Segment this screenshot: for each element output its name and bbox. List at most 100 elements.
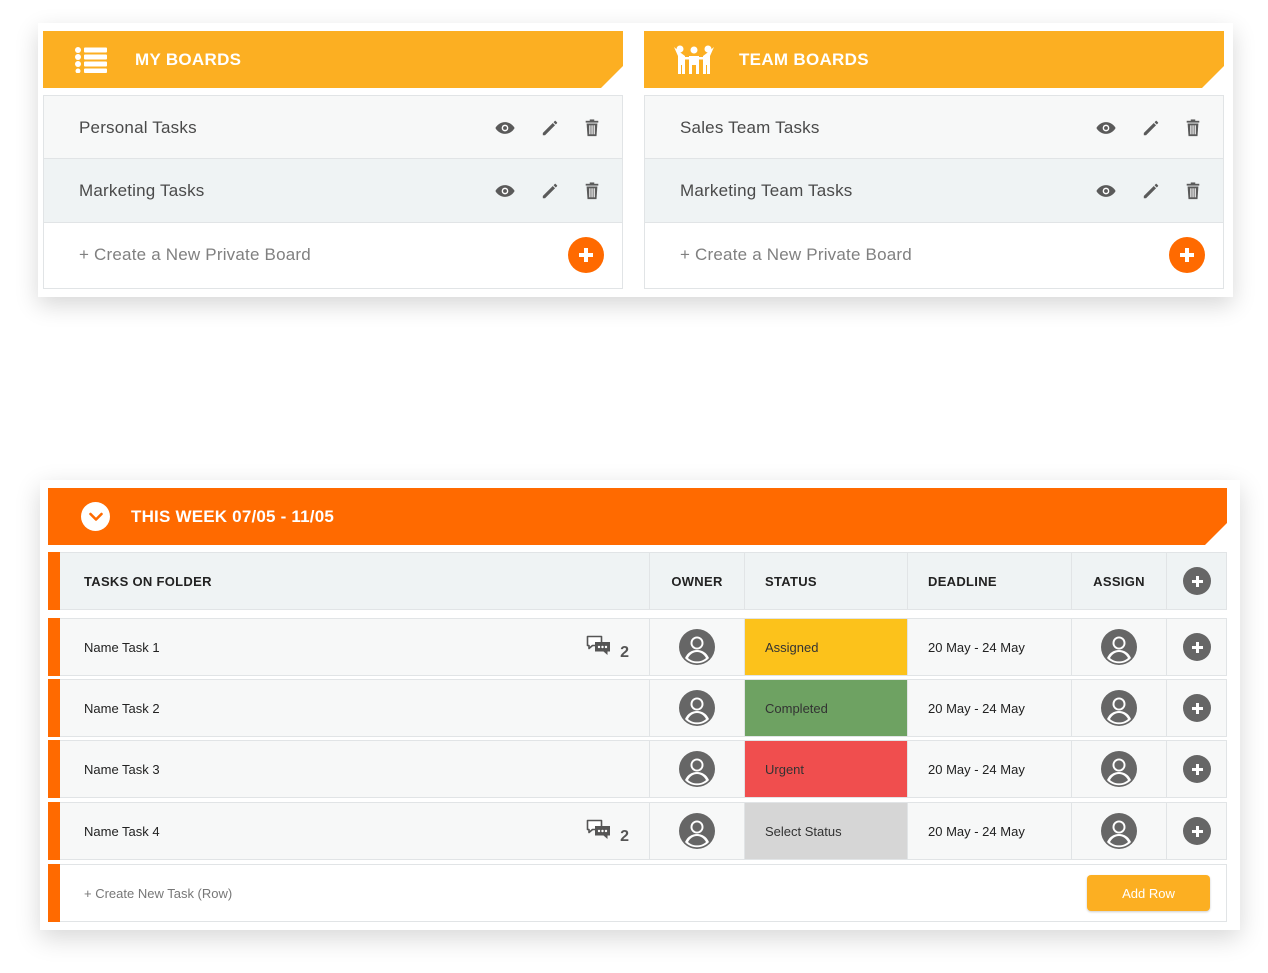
board-item-label: Sales Team Tasks <box>680 118 820 137</box>
status-label: Assigned <box>765 639 819 655</box>
status-cell[interactable]: Completed <box>744 680 907 736</box>
task-name[interactable]: Name Task 2 <box>84 701 160 716</box>
my-boards-title: MY BOARDS <box>135 50 242 69</box>
week-title: THIS WEEK 07/05 - 11/05 <box>131 507 335 526</box>
row-accent-bar <box>48 802 60 860</box>
trash-icon[interactable] <box>1183 182 1203 200</box>
row-accent-bar <box>48 740 60 798</box>
corner-fold <box>1202 66 1224 88</box>
board-item-marketing-tasks[interactable]: Marketing Tasks <box>43 159 623 223</box>
deadline-value: 20 May - 24 May <box>928 700 1025 716</box>
plus-icon <box>1191 702 1203 714</box>
list-icon <box>75 47 107 73</box>
board-item-label: Marketing Team Tasks <box>680 181 853 200</box>
trash-icon[interactable] <box>582 182 602 200</box>
board-item-label: Personal Tasks <box>79 118 197 137</box>
row-add-button[interactable] <box>1183 817 1211 845</box>
create-task-label[interactable]: + Create New Task (Row) <box>84 886 232 901</box>
owner-avatar[interactable] <box>679 629 715 665</box>
team-boards-title: TEAM BOARDS <box>739 50 869 69</box>
assignee-avatar[interactable] <box>1101 690 1137 726</box>
add-row-button[interactable]: Add Row <box>1087 875 1210 911</box>
team-boards-header: TEAM BOARDS <box>644 31 1224 88</box>
team-icon <box>674 45 714 74</box>
task-name[interactable]: Name Task 1 <box>84 640 160 655</box>
pencil-icon[interactable] <box>1141 119 1161 137</box>
deadline-value: 20 May - 24 May <box>928 823 1025 839</box>
pencil-icon[interactable] <box>540 182 560 200</box>
comments-indicator[interactable]: 2 <box>586 819 629 845</box>
status-label: Select Status <box>765 823 842 839</box>
team-boards-column: TEAM BOARDS Sales Team Tasks Marketing T… <box>644 31 1224 289</box>
plus-icon <box>1191 575 1203 587</box>
eye-icon[interactable] <box>495 182 515 200</box>
create-board-label: + Create a New Private Board <box>79 245 311 264</box>
create-board-button[interactable] <box>1169 237 1205 273</box>
row-accent-bar <box>48 679 60 737</box>
create-private-board-row[interactable]: + Create a New Private Board <box>43 223 623 289</box>
board-item-label: Marketing Tasks <box>79 181 205 200</box>
corner-fold <box>1205 523 1227 545</box>
board-item-marketing-team-tasks[interactable]: Marketing Team Tasks <box>644 159 1224 223</box>
comments-count: 2 <box>620 828 629 845</box>
pencil-icon[interactable] <box>540 119 560 137</box>
task-name[interactable]: Name Task 3 <box>84 762 160 777</box>
assignee-avatar[interactable] <box>1101 751 1137 787</box>
add-column-button[interactable] <box>1183 567 1211 595</box>
plus-icon <box>579 248 593 262</box>
comments-icon <box>586 635 611 655</box>
board-item-sales-team-tasks[interactable]: Sales Team Tasks <box>644 95 1224 159</box>
assignee-avatar[interactable] <box>1101 629 1137 665</box>
eye-icon[interactable] <box>495 119 515 137</box>
plus-icon <box>1191 641 1203 653</box>
create-task-row[interactable]: + Create New Task (Row) Add Row <box>48 864 1227 922</box>
pencil-icon[interactable] <box>1141 182 1161 200</box>
status-label: Urgent <box>765 761 805 777</box>
collapse-toggle[interactable] <box>81 502 110 531</box>
comments-count: 2 <box>620 644 629 661</box>
owner-avatar[interactable] <box>679 751 715 787</box>
comments-indicator[interactable]: 2 <box>586 635 629 661</box>
my-boards-header: MY BOARDS <box>43 31 623 88</box>
column-header-tasks: TASKS ON FOLDER <box>84 573 212 589</box>
row-add-button[interactable] <box>1183 755 1211 783</box>
row-add-button[interactable] <box>1183 694 1211 722</box>
eye-icon[interactable] <box>1096 182 1116 200</box>
owner-avatar[interactable] <box>679 813 715 849</box>
assignee-avatar[interactable] <box>1101 813 1137 849</box>
eye-icon[interactable] <box>1096 119 1116 137</box>
column-header-assign: ASSIGN <box>1093 573 1145 589</box>
table-row[interactable]: Name Task 3 Urgent 20 May - 24 May <box>48 740 1227 798</box>
status-cell[interactable]: Assigned <box>744 619 907 675</box>
column-header-deadline: DEADLINE <box>928 573 997 589</box>
comments-icon <box>586 819 611 839</box>
status-label: Completed <box>765 700 828 716</box>
trash-icon[interactable] <box>1183 119 1203 137</box>
plus-icon <box>1180 248 1194 262</box>
table-row[interactable]: Name Task 4 2 Select Status 20 May - 24 … <box>48 802 1227 860</box>
board-item-personal-tasks[interactable]: Personal Tasks <box>43 95 623 159</box>
table-row[interactable]: Name Task 2 Completed 20 May - 24 May <box>48 679 1227 737</box>
create-team-board-row[interactable]: + Create a New Private Board <box>644 223 1224 289</box>
owner-avatar[interactable] <box>679 690 715 726</box>
create-board-button[interactable] <box>568 237 604 273</box>
create-board-label: + Create a New Private Board <box>680 245 912 264</box>
trash-icon[interactable] <box>582 119 602 137</box>
status-cell[interactable]: Select Status <box>744 803 907 859</box>
my-boards-column: MY BOARDS Personal Tasks Marketing Tasks… <box>43 31 623 289</box>
row-accent-bar <box>48 552 60 610</box>
row-add-button[interactable] <box>1183 633 1211 661</box>
task-name[interactable]: Name Task 4 <box>84 824 160 839</box>
week-header[interactable]: THIS WEEK 07/05 - 11/05 <box>48 488 1227 545</box>
deadline-value: 20 May - 24 May <box>928 761 1025 777</box>
corner-fold <box>601 66 623 88</box>
chevron-down-icon <box>88 512 103 521</box>
week-tasks-panel: THIS WEEK 07/05 - 11/05 TASKS ON FOLDER … <box>40 480 1240 930</box>
boards-panel: MY BOARDS Personal Tasks Marketing Tasks… <box>38 23 1233 297</box>
row-accent-bar <box>48 864 60 922</box>
status-cell[interactable]: Urgent <box>744 741 907 797</box>
plus-icon <box>1191 763 1203 775</box>
deadline-value: 20 May - 24 May <box>928 639 1025 655</box>
table-row[interactable]: Name Task 1 2 Assigned 20 May - 24 May <box>48 618 1227 676</box>
row-accent-bar <box>48 618 60 676</box>
